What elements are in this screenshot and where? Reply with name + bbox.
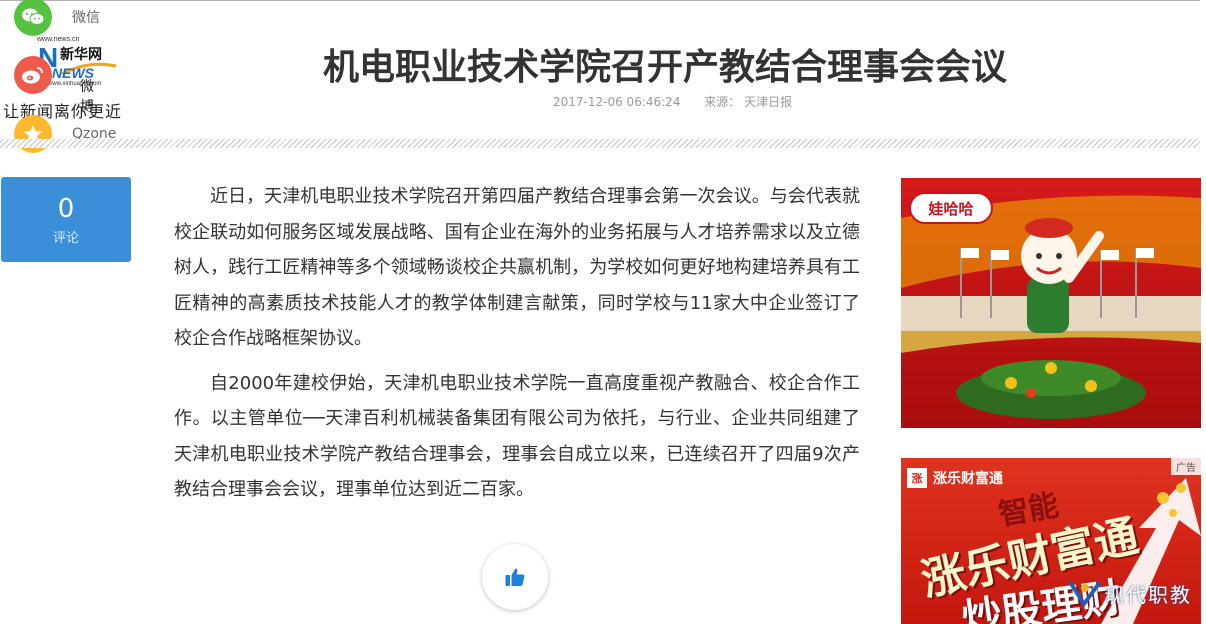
comment-label: 评论: [52, 231, 79, 246]
article-paragraph: 近日，天津机电职业技术学院召开第四届产教结合理事会第一次会议。与会代表就校企联动…: [174, 186, 860, 349]
weibo-icon: [14, 56, 52, 94]
watermark-text: 现代职教: [1104, 582, 1192, 607]
ad-wahaha[interactable]: 娃哈哈: [901, 178, 1201, 428]
article-datetime: 2017-12-06 06:46:24: [553, 95, 681, 109]
wechat-icon: [14, 0, 52, 36]
logo-brand-cn: 新华网: [60, 47, 102, 63]
ad-zhangle-name: 涨乐财富通: [933, 471, 1003, 487]
article-source: 来源： 天津日报: [704, 95, 793, 109]
article-meta: 2017-12-06 06:46:24 来源： 天津日报: [553, 93, 792, 110]
share-wechat[interactable]: 微信: [14, 0, 100, 36]
comment-count: 0: [57, 194, 75, 224]
watermark: 现代职教: [1066, 578, 1192, 608]
like-button[interactable]: [482, 544, 548, 610]
ad-zhangle-brand: 涨 涨乐财富通: [907, 468, 1003, 488]
article-paragraph: 自2000年建校伊始，天津机电职业技术学院一直高度重视产教融合、校企合作工作。以…: [174, 372, 860, 501]
share-weibo-label: 微博: [80, 79, 94, 115]
ad-wahaha-brand: 娃哈哈: [909, 192, 993, 224]
zhangle-logo-icon: 涨: [907, 468, 927, 488]
hatched-divider: [0, 139, 1200, 148]
share-weibo[interactable]: 微博: [14, 56, 94, 115]
top-border: [0, 0, 1200, 1]
article-body: 近日，天津机电职业技术学院召开第四届产教结合理事会第一次会议。与会代表就校企联动…: [174, 179, 860, 517]
share-wechat-label: 微信: [72, 10, 100, 26]
thumbs-up-icon: [505, 568, 525, 586]
ad-label-badge: 广告: [1171, 458, 1201, 475]
watermark-logo-icon: [1068, 580, 1102, 608]
comment-button[interactable]: 0 评论: [1, 177, 131, 262]
article-title: 机电职业技术学院召开产教结合理事会会议: [322, 47, 1007, 88]
